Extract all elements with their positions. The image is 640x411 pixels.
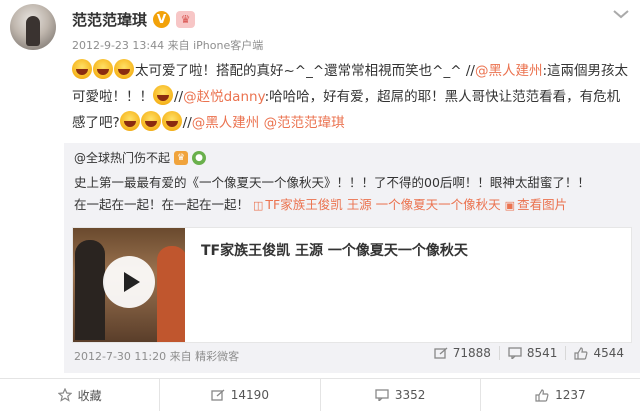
laugh-emoji-icon	[93, 59, 113, 79]
repost-icon	[434, 347, 448, 359]
view-image-link[interactable]: 查看图片	[517, 197, 567, 212]
repost-like-button[interactable]: 4544	[565, 346, 632, 360]
chevron-down-icon[interactable]	[612, 8, 630, 20]
grin-emoji-icon	[140, 111, 161, 131]
comment-icon	[508, 347, 522, 359]
repost-comment-count: 8541	[526, 346, 558, 360]
action-bar: 收藏 14190 3352 1237	[0, 378, 640, 411]
repost-comment-button[interactable]: 8541	[498, 346, 566, 360]
repost-author[interactable]: @全球热门伤不起	[74, 149, 170, 166]
repost-repost-button[interactable]: 71888	[426, 346, 499, 360]
image-icon: ▣	[504, 199, 516, 212]
repost-line2-text: 在一起在一起！在一起在一起！	[74, 197, 250, 212]
laugh-emoji-icon	[161, 111, 182, 131]
video-card[interactable]: TF家族王俊凯 王源 一个像夏天一个像秋天	[72, 227, 632, 343]
video-thumbnail[interactable]	[73, 228, 185, 342]
user-line: 范范范瑋琪 V ♛	[72, 8, 196, 30]
repost-source: 来自 精彩微客	[169, 350, 240, 363]
repost-count: 14190	[230, 388, 269, 402]
like-count: 1237	[555, 388, 586, 402]
like-button[interactable]: 1237	[479, 379, 640, 411]
thumbnail-person-right	[157, 246, 185, 342]
username[interactable]: 范范范瑋琪	[72, 9, 147, 30]
repost-author-line: @全球热门伤不起 ♛ ●	[74, 149, 207, 166]
repost-line2: 在一起在一起！在一起在一起！ ◫ TF家族王俊凯 王源 一个像夏天一个像秋天 ▣ 查…	[74, 194, 634, 217]
repost-like-count: 4544	[593, 346, 624, 360]
video-link-icon: ◫	[253, 199, 264, 212]
post-text-seg3: //	[174, 89, 184, 105]
laugh-emoji-icon	[72, 59, 92, 79]
mention-link[interactable]: @黑人建州	[475, 63, 543, 79]
member-badge-icon: ♛	[174, 150, 189, 165]
favorite-button[interactable]: 收藏	[0, 379, 159, 411]
shy-emoji-icon	[119, 111, 140, 131]
repost-line1: 史上第一最最有爱的《一个像夏天一个像秋天》！！！了不得的00后啊！！眼神太甜蜜了…	[74, 175, 590, 190]
verified-badge: V	[153, 10, 171, 28]
mention-link[interactable]: @范范范瑋琪	[264, 115, 345, 131]
comment-button[interactable]: 3352	[319, 379, 480, 411]
avatar[interactable]	[10, 4, 56, 50]
video-link[interactable]: TF家族王俊凯 王源 一个像夏天一个像秋天	[265, 197, 500, 212]
mention-link[interactable]: @赵悦danny	[183, 89, 264, 105]
comment-count: 3352	[394, 388, 426, 402]
play-icon[interactable]	[103, 256, 155, 308]
laugh-emoji-icon	[114, 59, 134, 79]
member-badge: ♛	[176, 10, 196, 28]
thumbs-up-icon	[535, 388, 549, 402]
favorite-label: 收藏	[77, 388, 102, 403]
post-text: 太可爱了啦！搭配的真好~^_^還常常相視而笑也^_^ //@黑人建州:這兩個男孩…	[72, 58, 632, 136]
repost-meta: 2012-7-30 11:20 来自 精彩微客	[74, 348, 239, 364]
post-text-seg1: 太可爱了啦！搭配的真好~^_^還常常相視而笑也^_^ //	[135, 63, 475, 79]
star-icon	[57, 388, 72, 402]
post-text-seg5: //	[182, 115, 192, 131]
repost-actions: 71888 8541 4544	[426, 346, 632, 360]
mention-link[interactable]: @黑人建州	[192, 115, 260, 131]
thumbs-up-icon	[574, 346, 588, 360]
avatar-figure	[26, 16, 40, 46]
post-source: 来自 iPhone客户端	[167, 39, 264, 52]
repost-timestamp[interactable]: 2012-7-30 11:20	[74, 350, 166, 363]
video-card-title[interactable]: TF家族王俊凯 王源 一个像夏天一个像秋天	[201, 240, 468, 260]
repost-icon	[211, 389, 225, 401]
repost-text: 史上第一最最有爱的《一个像夏天一个像秋天》！！！了不得的00后啊！！眼神太甜蜜了…	[74, 172, 634, 217]
post-timestamp[interactable]: 2012-9-23 13:44	[72, 39, 164, 52]
comment-icon	[375, 389, 389, 401]
post-meta: 2012-9-23 13:44 来自 iPhone客户端	[72, 37, 263, 53]
balloon-badge-icon: ●	[192, 150, 207, 165]
repost-button[interactable]: 14190	[159, 379, 319, 411]
repost-repost-count: 71888	[452, 346, 491, 360]
thumbnail-person-left	[75, 240, 105, 340]
laugh-emoji-icon	[153, 85, 173, 105]
repost-box: @全球热门伤不起 ♛ ● 史上第一最最有爱的《一个像夏天一个像秋天》！！！了不得…	[64, 143, 640, 373]
